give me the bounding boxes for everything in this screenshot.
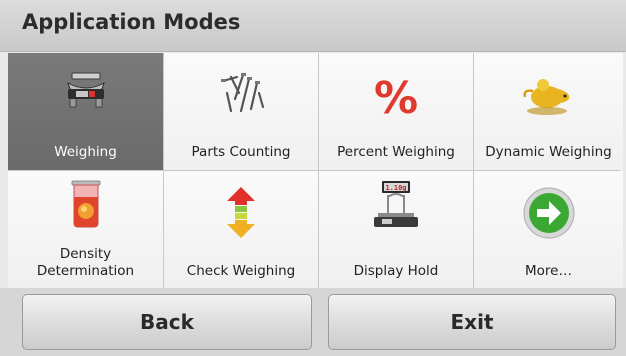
mode-parts-counting[interactable]: Parts Counting bbox=[164, 53, 318, 170]
right-arrow-circle-icon bbox=[523, 187, 574, 239]
scale-pan-icon bbox=[66, 72, 105, 108]
svg-text:%: % bbox=[374, 73, 418, 123]
page-title: Application Modes bbox=[22, 10, 241, 34]
nails-icon bbox=[221, 73, 265, 113]
mode-check-weighing[interactable]: Check Weighing bbox=[164, 171, 318, 289]
mode-weighing[interactable]: Weighing bbox=[8, 53, 163, 170]
mode-label: Percent Weighing bbox=[337, 144, 455, 160]
mode-label: Density Determination bbox=[36, 246, 135, 279]
up-down-arrows-icon bbox=[227, 187, 255, 238]
header-bar: Application Modes bbox=[0, 0, 626, 52]
percent-icon: % bbox=[374, 73, 418, 123]
mode-label: Dynamic Weighing bbox=[485, 144, 612, 160]
mode-dynamic-weighing[interactable]: Dynamic Weighing bbox=[474, 53, 623, 170]
mode-density-determination[interactable]: Density Determination bbox=[8, 171, 163, 289]
modes-grid: Weighing Parts Counting % Percent Weighi… bbox=[8, 53, 623, 289]
mode-label: Weighing bbox=[54, 144, 117, 160]
mode-label: Display Hold bbox=[353, 263, 439, 279]
mode-label: Parts Counting bbox=[191, 144, 291, 160]
beaker-icon bbox=[71, 180, 100, 228]
exit-button[interactable]: Exit bbox=[328, 294, 616, 350]
footer-bar: Back Exit bbox=[0, 288, 626, 356]
svg-text:1.10g: 1.10g bbox=[385, 184, 406, 192]
mode-label: More… bbox=[525, 263, 572, 279]
mode-label: Check Weighing bbox=[186, 263, 296, 279]
mode-more[interactable]: More… bbox=[474, 171, 623, 289]
mode-display-hold[interactable]: 1.10g Display Hold bbox=[319, 171, 473, 289]
mouse-icon bbox=[522, 79, 569, 115]
display-hold-scale-icon: 1.10g bbox=[374, 181, 418, 227]
back-button[interactable]: Back bbox=[22, 294, 312, 350]
mode-percent-weighing[interactable]: % Percent Weighing bbox=[319, 53, 473, 170]
